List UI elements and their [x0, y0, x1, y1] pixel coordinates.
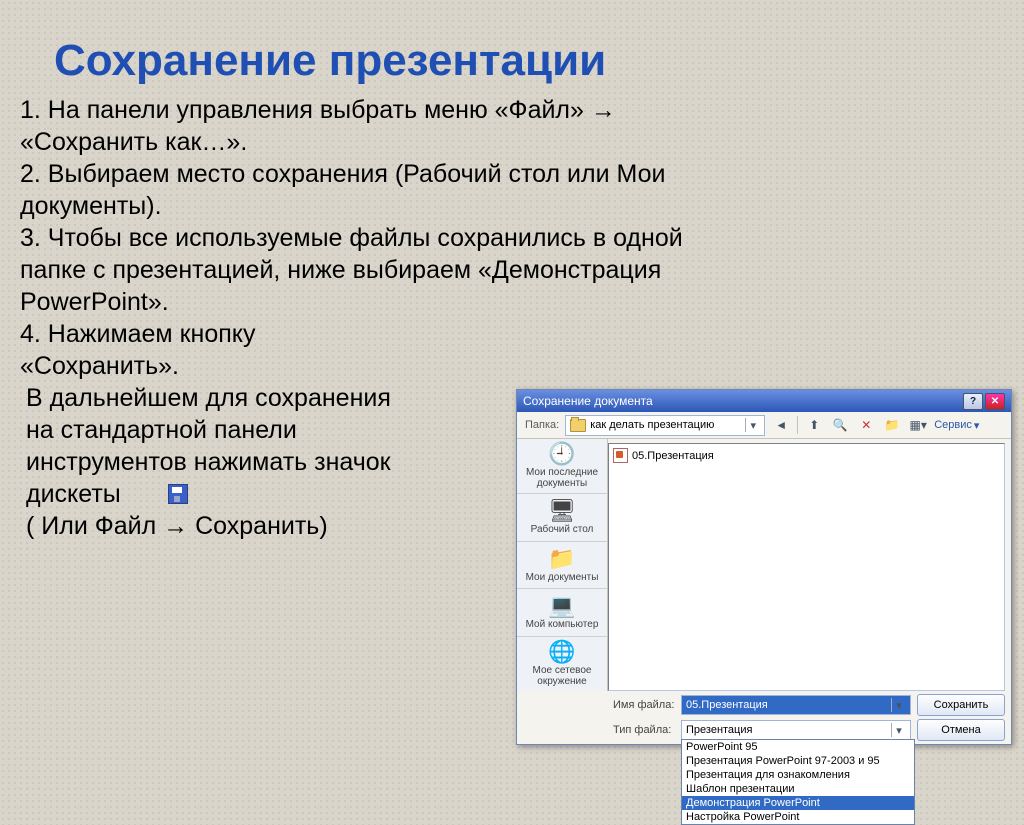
up-folder-icon[interactable]: ⬆ — [804, 415, 824, 435]
places-item[interactable]: 🌐Мое сетевое окружение — [517, 637, 607, 691]
place-icon: 📁 — [548, 548, 575, 570]
presentation-file-icon — [613, 448, 628, 463]
service-menu[interactable]: Сервис▾ — [934, 419, 979, 432]
folder-label: Папка: — [525, 419, 559, 431]
chevron-down-icon: ▾ — [891, 698, 906, 712]
place-icon: 🌐 — [548, 641, 575, 663]
places-item[interactable]: 🖥Рабочий стол — [517, 494, 607, 542]
folder-value: как делать презентацию — [590, 419, 714, 431]
places-item[interactable]: 📁Мои документы — [517, 542, 607, 590]
dialog-toolbar: Папка: как делать презентацию ▾ ◄ ⬆ 🔍 ✕ … — [517, 412, 1011, 439]
folder-icon — [570, 419, 586, 432]
filetype-label: Тип файла: — [613, 724, 675, 736]
close-button[interactable]: ✕ — [985, 393, 1005, 410]
save-button[interactable]: Сохранить — [917, 694, 1005, 716]
place-icon: 💻 — [548, 595, 575, 617]
back-icon[interactable]: ◄ — [771, 415, 791, 435]
filename-input[interactable]: 05.Презентация ▾ — [681, 695, 911, 715]
dialog-titlebar: Сохранение документа ? ✕ — [517, 390, 1011, 412]
filetype-option[interactable]: Презентация PowerPoint 97-2003 и 95 — [682, 754, 914, 768]
cancel-button[interactable]: Отмена — [917, 719, 1005, 741]
filetype-option[interactable]: Презентация для ознакомления — [682, 768, 914, 782]
filename-label: Имя файла: — [613, 699, 675, 711]
dialog-title: Сохранение документа — [523, 394, 653, 408]
file-item[interactable]: 05.Презентация — [613, 448, 1000, 463]
search-icon[interactable]: 🔍 — [830, 415, 850, 435]
page-title: Сохранение презентации — [0, 0, 1024, 86]
new-folder-icon[interactable]: 📁 — [882, 415, 902, 435]
file-list[interactable]: 05.Презентация — [608, 443, 1005, 691]
filetype-dropdown-list[interactable]: PowerPoint 95Презентация PowerPoint 97-2… — [681, 739, 915, 825]
place-icon: 🕘 — [548, 443, 575, 465]
places-item[interactable]: 🕘Мои последние документы — [517, 439, 607, 494]
places-item[interactable]: 💻Мой компьютер — [517, 589, 607, 637]
delete-icon[interactable]: ✕ — [856, 415, 876, 435]
places-bar: 🕘Мои последние документы🖥Рабочий стол📁Мо… — [517, 439, 608, 691]
filetype-option[interactable]: Шаблон презентации — [682, 782, 914, 796]
filetype-select[interactable]: Презентация ▾ — [681, 720, 911, 740]
filetype-option[interactable]: Демонстрация PowerPoint — [682, 796, 914, 810]
chevron-down-icon: ▾ — [745, 418, 760, 432]
filetype-option[interactable]: PowerPoint 95 — [682, 740, 914, 754]
views-icon[interactable]: ▦▾ — [908, 415, 928, 435]
save-dialog: Сохранение документа ? ✕ Папка: как дела… — [516, 389, 1012, 745]
help-button[interactable]: ? — [963, 393, 983, 410]
folder-dropdown[interactable]: как делать презентацию ▾ — [565, 415, 765, 436]
chevron-down-icon: ▾ — [891, 723, 906, 737]
place-icon: 🖥 — [548, 500, 576, 522]
filetype-option[interactable]: Настройка PowerPoint — [682, 810, 914, 824]
floppy-disk-icon — [168, 484, 188, 504]
